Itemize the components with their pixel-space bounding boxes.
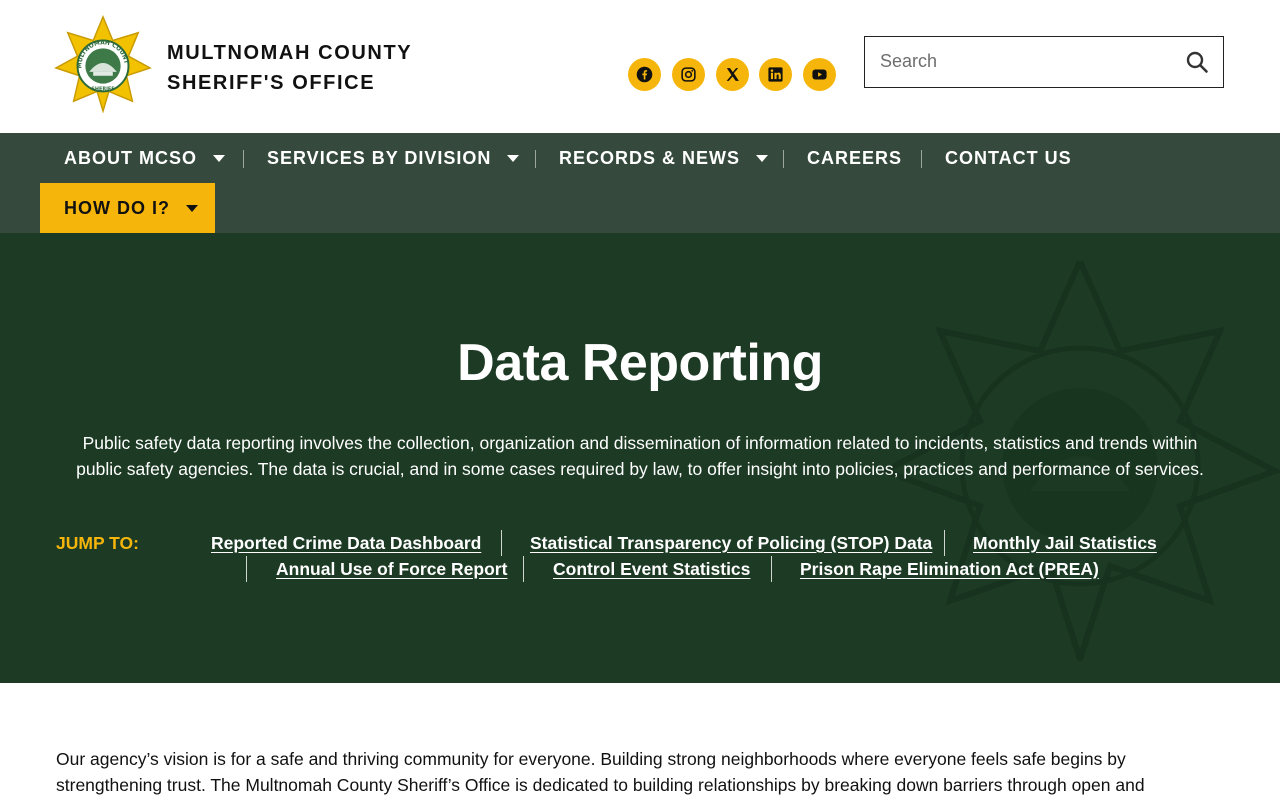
nav-separator (783, 150, 784, 168)
caret-down-icon (507, 154, 520, 162)
nav-item-label: CAREERS (807, 147, 903, 168)
jump-link-separator (501, 530, 502, 556)
site-header: MULTNOMAH COUNTY SHERIFF MULTNOMAH COUNT… (0, 0, 1280, 133)
org-name-line2: SHERIFF'S OFFICE (167, 72, 376, 94)
hero-description: Public safety data reporting involves th… (76, 433, 1204, 479)
jump-link-stop-data[interactable]: Statistical Transparency of Policing (ST… (530, 533, 932, 554)
linkedin-icon (768, 67, 783, 82)
search-box (864, 36, 1224, 88)
nav-separator (243, 150, 244, 168)
nav-item-label: ABOUT MCSO (64, 147, 197, 168)
nav-separator (535, 150, 536, 168)
x-icon (726, 68, 739, 81)
hero-section: Data Reporting Public safety data report… (0, 233, 1280, 683)
nav-separator (921, 150, 922, 168)
jump-to-label: JUMP TO: (56, 533, 139, 553)
jump-link-control-event-statistics[interactable]: Control Event Statistics (553, 559, 750, 580)
search-icon[interactable] (1185, 50, 1209, 74)
nav-item-contact-us[interactable]: CONTACT US (945, 133, 1072, 183)
intro-paragraph: Our agency’s vision is for a safe and th… (56, 749, 1145, 795)
nav-item-label: RECORDS & NEWS (559, 147, 741, 168)
jump-link-reported-crime-data-dashboard[interactable]: Reported Crime Data Dashboard (211, 533, 481, 554)
nav-item-careers[interactable]: CAREERS (807, 133, 902, 183)
jump-link-separator (944, 530, 945, 556)
nav-item-label: SERVICES BY DIVISION (267, 147, 492, 168)
nav-item-label: HOW DO I? (64, 197, 170, 218)
sheriff-badge-logo[interactable]: MULTNOMAH COUNTY SHERIFF (54, 15, 152, 113)
instagram-link[interactable] (672, 58, 705, 91)
caret-down-icon (186, 204, 198, 212)
nav-item-label: CONTACT US (945, 147, 1072, 168)
org-name-line1: MULTNOMAH COUNTY (167, 42, 413, 64)
jump-link-separator (523, 556, 524, 582)
jump-link-separator (771, 556, 772, 582)
nav-item-how-do-i[interactable]: HOW DO I? (40, 183, 215, 233)
org-name[interactable]: MULTNOMAH COUNTY SHERIFF'S OFFICE (167, 38, 412, 98)
instagram-icon (681, 67, 696, 82)
facebook-icon (636, 66, 653, 83)
jump-link-prea[interactable]: Prison Rape Elimination Act (PREA) (800, 559, 1099, 580)
caret-down-icon (213, 154, 225, 162)
search-input[interactable] (880, 37, 1170, 86)
nav-item-services-by-division[interactable]: SERVICES BY DIVISION (267, 133, 520, 183)
nav-item-records-news[interactable]: RECORDS & NEWS (559, 133, 769, 183)
linkedin-link[interactable] (759, 58, 792, 91)
jump-link-annual-use-of-force-report[interactable]: Annual Use of Force Report (276, 559, 507, 580)
nav-item-about-mcso[interactable]: ABOUT MCSO (64, 133, 225, 183)
youtube-link[interactable] (803, 58, 836, 91)
facebook-link[interactable] (628, 58, 661, 91)
logo-bottom-text: SHERIFF (91, 86, 114, 92)
jump-link-monthly-jail-statistics[interactable]: Monthly Jail Statistics (973, 533, 1157, 554)
main-nav: ABOUT MCSO SERVICES BY DIVISION RECORDS … (0, 133, 1280, 233)
jump-link-separator (246, 556, 247, 582)
x-link[interactable] (716, 58, 749, 91)
youtube-icon (812, 69, 827, 80)
caret-down-icon (756, 154, 769, 162)
page-title: Data Reporting (457, 334, 823, 392)
